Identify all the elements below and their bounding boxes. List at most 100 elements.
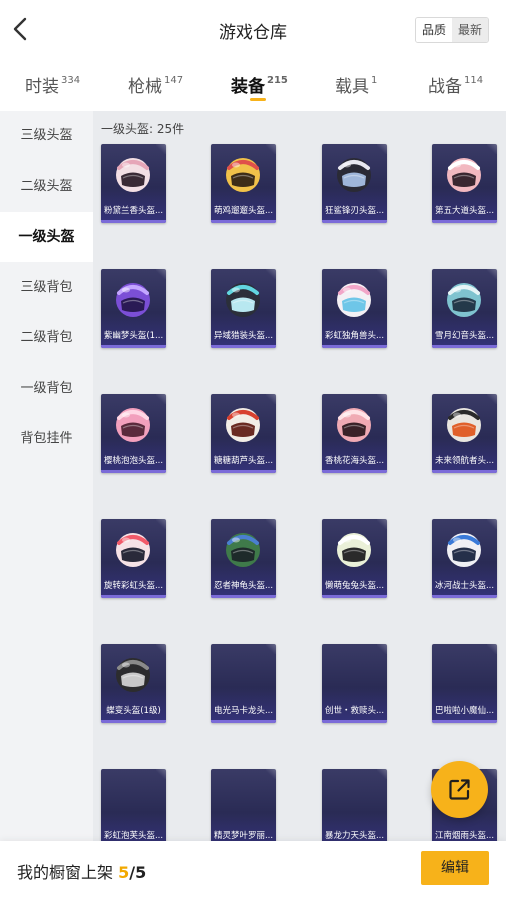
item-rarity-bar	[211, 595, 276, 598]
item-name: 狂鲨锋刃头盔...	[324, 206, 385, 216]
item-card[interactable]: 狂鲨锋刃头盔...	[322, 144, 387, 223]
sidebar-item-level3-helmet[interactable]: 三级头盔	[0, 111, 93, 161]
item-card[interactable]: 萌鸡遛遛头盔...	[211, 144, 276, 223]
item-rarity-bar	[211, 470, 276, 473]
item-card[interactable]: 巴啦啦小魔仙...	[432, 644, 497, 723]
item-grid: 一级头盔: 25件 粉黛兰香头盔... 萌鸡遛遛头盔... 狂鲨锋刃头盔... 第五大…	[93, 111, 506, 841]
item-rarity-bar	[432, 470, 497, 473]
tab-label: 战备	[428, 77, 462, 97]
showcase-label: 我的橱窗上架	[17, 863, 114, 882]
helmet-icon	[116, 408, 150, 442]
helmet-icon	[337, 533, 371, 567]
item-rarity-bar	[432, 720, 497, 723]
edit-button[interactable]: 编辑	[421, 851, 489, 885]
item-rarity-bar	[432, 345, 497, 348]
item-card[interactable]: 旋转彩虹头盔...	[101, 519, 166, 598]
helmet-icon	[337, 283, 371, 317]
share-button[interactable]	[431, 761, 488, 818]
item-card[interactable]: 紫幽梦头盔(1...	[101, 269, 166, 348]
item-card[interactable]: 忍者神龟头盔...	[211, 519, 276, 598]
tab-fashion[interactable]: 时装 334	[25, 72, 80, 97]
item-card[interactable]: 懒萌兔兔头盔...	[322, 519, 387, 598]
item-card[interactable]: 电光马卡龙头...	[211, 644, 276, 723]
item-name: 第五大道头盔...	[434, 206, 495, 216]
sidebar-item-level2-helmet[interactable]: 二级头盔	[0, 162, 93, 212]
helmet-icon	[226, 283, 260, 317]
helmet-icon	[226, 408, 260, 442]
item-card[interactable]: 蝶变头盔(1级)	[101, 644, 166, 723]
item-rarity-bar	[432, 595, 497, 598]
item-name: 电光马卡龙头...	[213, 706, 274, 716]
tab-count: 215	[267, 75, 288, 86]
helmet-icon	[226, 533, 260, 567]
tab-label: 装备	[231, 77, 265, 97]
sidebar-item-level1-helmet[interactable]: 一级头盔	[0, 212, 93, 262]
sort-toggle: 品质 最新	[415, 17, 489, 43]
item-card[interactable]: 香桃花海头盔...	[322, 394, 387, 473]
item-name: 樱桃泡泡头盔...	[103, 456, 164, 466]
item-card[interactable]: 粉黛兰香头盔...	[101, 144, 166, 223]
tab-count: 147	[164, 75, 184, 86]
item-name: 粉黛兰香头盔...	[103, 206, 164, 216]
item-rarity-bar	[211, 220, 276, 223]
tab-equipment[interactable]: 装备 215	[231, 72, 288, 97]
tab-weapons[interactable]: 枪械 147	[128, 72, 183, 97]
helmet-icon	[447, 533, 481, 567]
sidebar-item-level3-backpack[interactable]: 三级背包	[0, 263, 93, 313]
tab-combat-gear[interactable]: 战备 114	[428, 72, 483, 97]
item-name: 彩虹泡芙头盔...	[103, 831, 164, 841]
item-card[interactable]: 冰河战士头盔...	[432, 519, 497, 598]
item-rarity-bar	[101, 595, 166, 598]
active-tab-indicator	[250, 98, 266, 101]
tab-vehicles[interactable]: 载具 1	[335, 72, 377, 97]
item-card[interactable]: 樱桃泡泡头盔...	[101, 394, 166, 473]
helmet-icon	[337, 408, 371, 442]
showcase-status: 我的橱窗上架 5/5	[17, 859, 146, 883]
sidebar-item-level1-backpack[interactable]: 一级背包	[0, 364, 93, 414]
helmet-icon	[447, 158, 481, 192]
item-name: 江南烟雨头盔...	[434, 831, 495, 841]
sidebar-item-level2-backpack[interactable]: 二级背包	[0, 313, 93, 363]
item-rarity-bar	[101, 720, 166, 723]
item-name: 萌鸡遛遛头盔...	[213, 206, 274, 216]
item-rarity-bar	[322, 595, 387, 598]
item-rarity-bar	[322, 220, 387, 223]
showcase-footer: 我的橱窗上架 5/5 编辑	[0, 841, 506, 897]
item-name: 紫幽梦头盔(1...	[103, 331, 164, 341]
tab-label: 枪械	[128, 77, 162, 97]
helmet-icon	[226, 158, 260, 192]
item-name: 旋转彩虹头盔...	[103, 581, 164, 591]
item-name: 异域猎装头盔...	[213, 331, 274, 341]
item-name: 创世・救赎头...	[324, 706, 385, 716]
header: 游戏仓库 品质 最新	[0, 0, 506, 60]
sort-quality-option[interactable]: 品质	[416, 18, 452, 42]
item-card[interactable]: 创世・救赎头...	[322, 644, 387, 723]
item-name: 雪月幻音头盔...	[434, 331, 495, 341]
external-link-icon	[449, 779, 470, 800]
item-card[interactable]: 暴龙力天头盔...	[322, 769, 387, 841]
item-card[interactable]: 雪月幻音头盔...	[432, 269, 497, 348]
item-card[interactable]: 彩虹泡芙头盔...	[101, 769, 166, 841]
helmet-icon	[337, 158, 371, 192]
sort-newest-option[interactable]: 最新	[452, 18, 488, 42]
item-card[interactable]: 彩虹独角兽头...	[322, 269, 387, 348]
item-card[interactable]: 精灵梦叶罗丽...	[211, 769, 276, 841]
item-card[interactable]: 未来领航者头...	[432, 394, 497, 473]
item-card[interactable]: 糖糖葫芦头盔...	[211, 394, 276, 473]
item-rarity-bar	[322, 345, 387, 348]
tab-count: 1	[371, 75, 378, 86]
item-name: 糖糖葫芦头盔...	[213, 456, 274, 466]
item-rarity-bar	[101, 470, 166, 473]
helmet-icon	[116, 658, 150, 692]
item-name: 蝶变头盔(1级)	[106, 706, 161, 716]
item-rarity-bar	[211, 345, 276, 348]
sidebar-item-backpack-charm[interactable]: 背包挂件	[0, 414, 93, 464]
tab-label: 载具	[335, 77, 369, 97]
item-name: 巴啦啦小魔仙...	[434, 706, 495, 716]
sidebar: 三级头盔 二级头盔 一级头盔 三级背包 二级背包 一级背包 背包挂件	[0, 111, 93, 841]
item-rarity-bar	[101, 220, 166, 223]
helmet-icon	[447, 283, 481, 317]
item-card[interactable]: 第五大道头盔...	[432, 144, 497, 223]
item-card[interactable]: 异域猎装头盔...	[211, 269, 276, 348]
tab-label: 时装	[25, 77, 59, 97]
